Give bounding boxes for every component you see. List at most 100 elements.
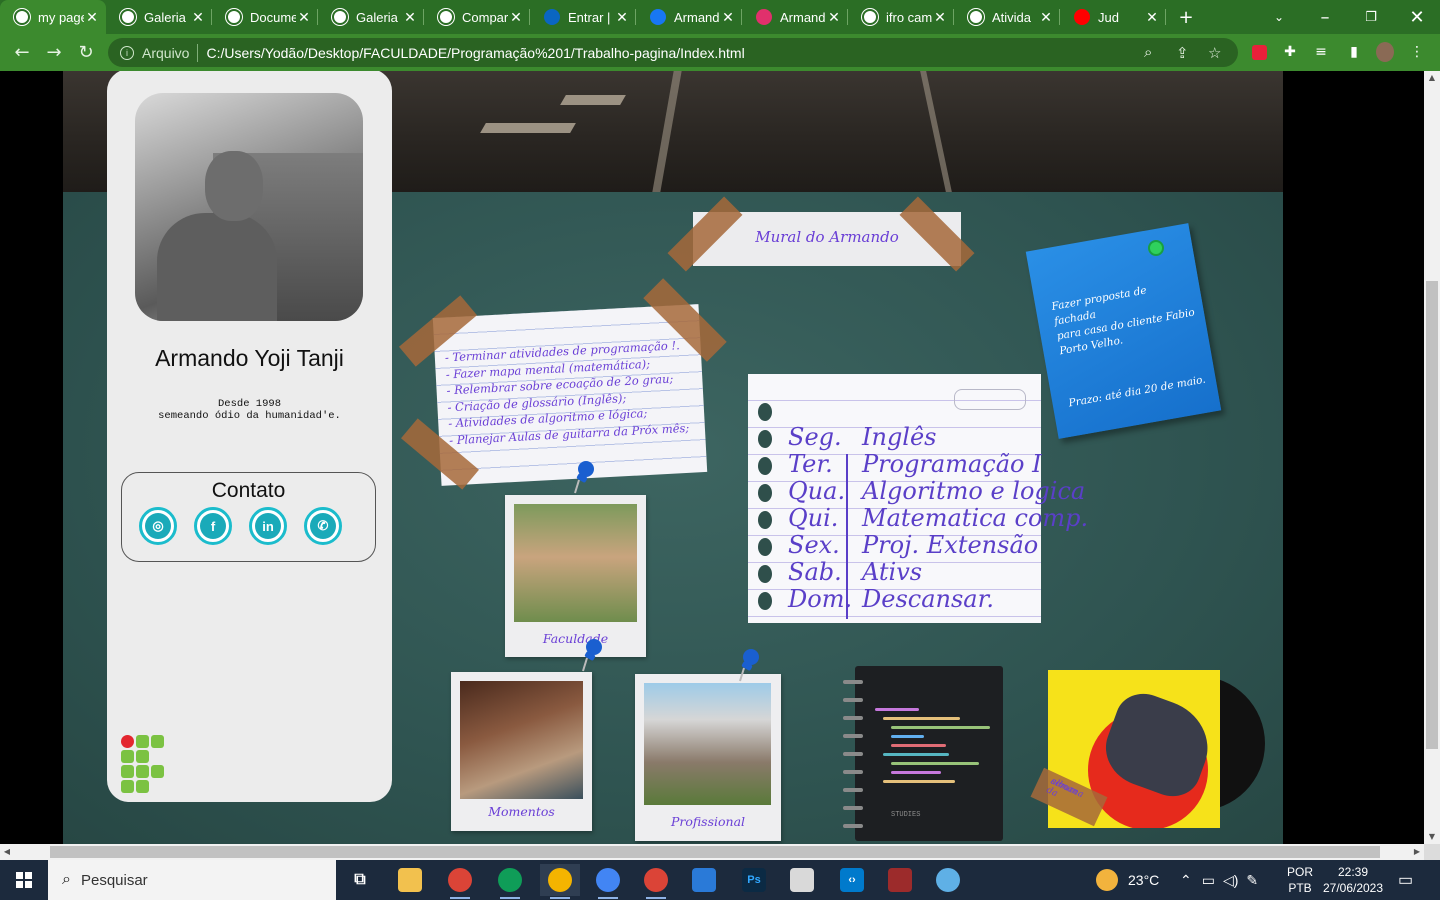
reading-list-icon[interactable]: ≡ bbox=[1312, 43, 1330, 61]
close-window-button[interactable]: ✕ bbox=[1394, 0, 1440, 34]
browser-tab[interactable]: Armand ✕ bbox=[742, 0, 848, 34]
tab-label: Jud bbox=[1098, 9, 1119, 25]
todo-list: - Terminar atividades de programação !. -… bbox=[444, 337, 689, 448]
tab-search-chevron-icon[interactable]: ⌄ bbox=[1256, 0, 1302, 34]
tray-icons: ⌃ ▭ ◁) ✎ bbox=[1180, 860, 1258, 900]
network-icon[interactable]: ▭ bbox=[1202, 872, 1215, 889]
file-explorer-app[interactable] bbox=[390, 864, 430, 896]
tab-close-icon[interactable]: ✕ bbox=[508, 9, 524, 26]
notebook-label: STUDIES bbox=[891, 811, 921, 819]
chrome-app-3[interactable] bbox=[588, 864, 628, 899]
task-view-button[interactable]: ⧉ bbox=[340, 864, 380, 896]
notification-icon[interactable]: ▭ bbox=[1398, 860, 1413, 900]
horizontal-scroll-thumb[interactable] bbox=[50, 846, 1380, 858]
tab-close-icon[interactable]: ✕ bbox=[826, 9, 842, 26]
instagram-link[interactable]: ◎ bbox=[139, 507, 177, 545]
chevron-up-icon[interactable]: ⌃ bbox=[1180, 872, 1192, 889]
browser-tab[interactable]: Armand ✕ bbox=[636, 0, 742, 34]
address-bar[interactable]: i Arquivo C:/Users/Yodão/Desktop/FACULDA… bbox=[108, 38, 1238, 67]
weather-cloud-icon bbox=[1096, 869, 1118, 891]
linkedin-icon bbox=[544, 9, 560, 25]
info-icon[interactable]: i bbox=[120, 45, 134, 60]
file-app[interactable] bbox=[782, 864, 822, 896]
weather-temp: 23°C bbox=[1128, 872, 1160, 888]
browser-tab[interactable]: Galeria ✕ bbox=[106, 0, 212, 34]
language-indicator[interactable]: POR PTB bbox=[1287, 860, 1313, 900]
browser-tab[interactable]: Docume ✕ bbox=[212, 0, 318, 34]
search-placeholder: Pesquisar bbox=[80, 871, 148, 889]
vscode-app[interactable]: ‹› bbox=[832, 864, 872, 896]
winrar-app[interactable] bbox=[880, 864, 920, 896]
tab-close-icon[interactable]: ✕ bbox=[720, 9, 736, 26]
chrome-active-app[interactable] bbox=[540, 864, 580, 899]
side-panel-icon[interactable]: ▮ bbox=[1345, 43, 1363, 61]
pen-icon[interactable]: ✎ bbox=[1246, 872, 1258, 889]
chrome-app[interactable] bbox=[440, 864, 480, 899]
url-text: C:/Users/Yodão/Desktop/FACULDADE/Program… bbox=[206, 44, 745, 61]
profile-name: Armando Yoji Tanji bbox=[155, 345, 344, 371]
browser-tab[interactable]: Ativida ✕ bbox=[954, 0, 1060, 34]
reload-button[interactable]: ↻ bbox=[70, 36, 102, 68]
tab-close-icon[interactable]: ✕ bbox=[932, 9, 948, 26]
weather-widget[interactable]: 23°C bbox=[1096, 860, 1159, 900]
browser-tab[interactable]: ifro cam ✕ bbox=[848, 0, 954, 34]
browser-tab[interactable]: Galeria ✕ bbox=[318, 0, 424, 34]
globe-icon bbox=[438, 9, 454, 25]
tab-close-icon[interactable]: ✕ bbox=[402, 9, 418, 26]
photoshop-app[interactable]: Ps bbox=[734, 864, 774, 896]
scroll-up-arrow-icon[interactable]: ▲ bbox=[1424, 71, 1440, 85]
bookmark-star-icon[interactable]: ☆ bbox=[1208, 44, 1221, 62]
paint-app[interactable] bbox=[928, 864, 968, 896]
tab-close-icon[interactable]: ✕ bbox=[1144, 9, 1160, 26]
green-pin-icon bbox=[1148, 240, 1164, 256]
facebook-icon bbox=[650, 9, 666, 25]
vertical-scroll-thumb[interactable] bbox=[1426, 281, 1438, 749]
tab-close-icon[interactable]: ✕ bbox=[190, 9, 206, 26]
vertical-scrollbar[interactable]: ▲ ▼ bbox=[1424, 71, 1440, 844]
extension-red-icon[interactable] bbox=[1250, 43, 1268, 61]
code-notebook: STUDIES bbox=[843, 666, 1003, 841]
taskbar-search[interactable]: ⌕ Pesquisar bbox=[48, 860, 336, 900]
chrome-profile-app[interactable] bbox=[490, 864, 530, 899]
scroll-right-arrow-icon[interactable]: ▶ bbox=[1410, 844, 1424, 860]
browser-tab[interactable]: my page ✕ bbox=[0, 0, 106, 34]
menu-kebab-icon[interactable]: ⋮ bbox=[1408, 43, 1426, 61]
chrome-app-4[interactable] bbox=[636, 864, 676, 899]
scroll-down-arrow-icon[interactable]: ▼ bbox=[1424, 830, 1440, 844]
horizontal-scrollbar[interactable]: ◀ ▶ bbox=[0, 844, 1424, 860]
tab-close-icon[interactable]: ✕ bbox=[296, 9, 312, 26]
profile-avatar-icon[interactable] bbox=[1376, 42, 1394, 62]
schedule-row: Dom. Descansar. bbox=[788, 586, 994, 613]
schedule-day: Ter. bbox=[788, 450, 833, 478]
schedule-task: Inglês bbox=[862, 423, 937, 451]
schedule-row: Ter. Programação I bbox=[788, 451, 1042, 478]
zoom-icon[interactable]: ⌕ bbox=[1144, 44, 1152, 61]
browser-tab[interactable]: Entrar | ✕ bbox=[530, 0, 636, 34]
volume-icon[interactable]: ◁) bbox=[1223, 872, 1238, 889]
new-tab-button[interactable]: + bbox=[1166, 0, 1206, 34]
sticky-note: Fazer proposta de fachada para casa do c… bbox=[1025, 223, 1222, 439]
tab-close-icon[interactable]: ✕ bbox=[614, 9, 630, 26]
back-button[interactable]: ← bbox=[6, 36, 38, 68]
tab-close-icon[interactable]: ✕ bbox=[1038, 9, 1054, 26]
linkedin-link[interactable]: in bbox=[249, 507, 287, 545]
share-icon[interactable]: ⇪ bbox=[1176, 44, 1189, 62]
instagram-icon: ◎ bbox=[145, 513, 171, 539]
tab-close-icon[interactable]: ✕ bbox=[84, 9, 100, 26]
browser-tab[interactable]: Compar ✕ bbox=[424, 0, 530, 34]
scroll-left-arrow-icon[interactable]: ◀ bbox=[0, 844, 14, 860]
linkedin-icon: in bbox=[255, 513, 281, 539]
store-app[interactable] bbox=[684, 864, 724, 896]
restore-button[interactable]: ❐ bbox=[1348, 0, 1394, 34]
whatsapp-link[interactable]: ✆ bbox=[304, 507, 342, 545]
minimize-button[interactable]: – bbox=[1302, 0, 1348, 34]
browser-toolbar: ← → ↻ i Arquivo C:/Users/Yodão/Desktop/F… bbox=[0, 34, 1440, 71]
start-button[interactable] bbox=[0, 860, 48, 900]
browser-tab[interactable]: Jud ✕ bbox=[1060, 0, 1166, 34]
schedule-row: Sab. Ativs bbox=[788, 559, 922, 586]
extensions-puzzle-icon[interactable]: ✚ bbox=[1281, 43, 1299, 61]
facebook-link[interactable]: f bbox=[194, 507, 232, 545]
clock[interactable]: 22:39 27/06/2023 bbox=[1322, 860, 1384, 900]
forward-button[interactable]: → bbox=[38, 36, 70, 68]
blue-pushpin-icon bbox=[574, 461, 594, 494]
